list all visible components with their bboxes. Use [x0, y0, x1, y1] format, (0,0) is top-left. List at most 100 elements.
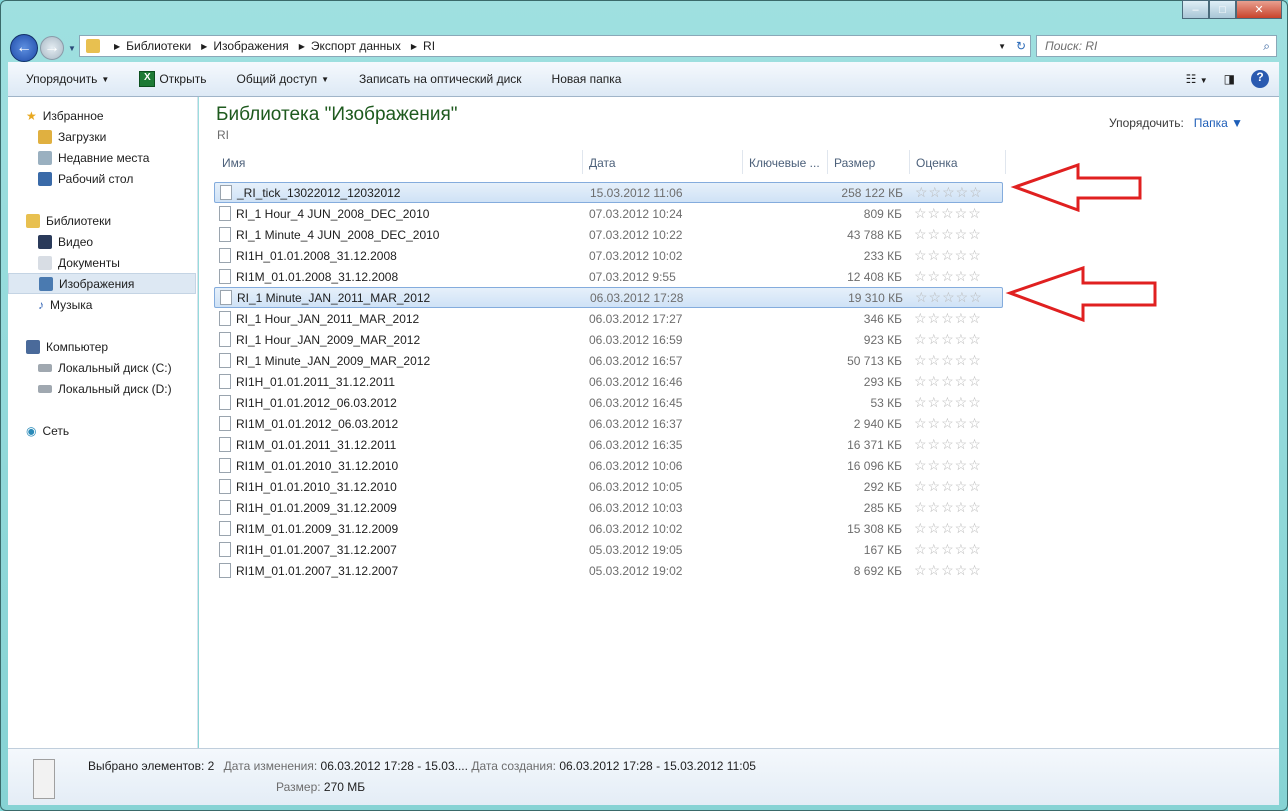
sidebar-desktop[interactable]: Рабочий стол	[8, 168, 196, 189]
share-button[interactable]: Общий доступ ▼	[236, 72, 329, 86]
view-options-icon[interactable]: ☷ ▼	[1186, 72, 1208, 86]
organize-button[interactable]: Упорядочить ▼	[26, 72, 109, 86]
file-row[interactable]: RI1M_01.01.2008_31.12.2008 07.03.2012 9:5…	[214, 266, 1003, 287]
file-row[interactable]: RI_1 Minute_4 JUN_2008_DEC_2010 07.03.201…	[214, 224, 1003, 245]
rating-stars[interactable]: ☆☆☆☆☆	[903, 289, 983, 306]
file-date: 05.03.2012 19:02	[589, 563, 683, 578]
file-row[interactable]: RI_1 Hour_4 JUN_2008_DEC_2010 07.03.2012 …	[214, 203, 1003, 224]
rating-stars[interactable]: ☆☆☆☆☆	[902, 373, 982, 390]
file-name: RI_1 Minute_JAN_2011_MAR_2012	[237, 290, 431, 305]
file-icon	[219, 479, 231, 494]
column-size[interactable]: Размер	[828, 150, 910, 174]
rating-stars[interactable]: ☆☆☆☆☆	[902, 205, 982, 222]
file-row[interactable]: RI_1 Minute_JAN_2009_MAR_2012 06.03.2012 …	[214, 350, 1003, 371]
file-row[interactable]: RI1H_01.01.2007_31.12.2007 05.03.2012 19:…	[214, 539, 1003, 560]
file-row[interactable]: RI1H_01.01.2008_31.12.2008 07.03.2012 10:…	[214, 245, 1003, 266]
selected-count: Выбрано элементов: 2	[88, 759, 215, 773]
navigation-pane: ★ Избранное Загрузки Недавние места Рабоч…	[8, 97, 198, 748]
command-bar: Упорядочить ▼ X Открыть Общий доступ ▼ Запи…	[8, 62, 1279, 97]
rating-stars[interactable]: ☆☆☆☆☆	[902, 226, 982, 243]
file-row[interactable]: RI1M_01.01.2009_31.12.2009 06.03.2012 10:…	[214, 518, 1003, 539]
library-subtitle: RI	[217, 128, 229, 142]
breadcrumb-libraries[interactable]: Библиотеки	[126, 39, 191, 53]
sidebar-disk-d[interactable]: Локальный диск (D:)	[8, 378, 196, 399]
rating-stars[interactable]: ☆☆☆☆☆	[902, 268, 982, 285]
sidebar-recent[interactable]: Недавние места	[8, 147, 196, 168]
file-row[interactable]: RI1M_01.01.2007_31.12.2007 05.03.2012 19:…	[214, 560, 1003, 581]
rating-stars[interactable]: ☆☆☆☆☆	[902, 394, 982, 411]
rating-stars[interactable]: ☆☆☆☆☆	[902, 457, 982, 474]
file-row[interactable]: RI1M_01.01.2010_31.12.2010 06.03.2012 10:…	[214, 455, 1003, 476]
file-size: 12 408 КБ	[847, 269, 902, 284]
column-keywords[interactable]: Ключевые ...	[743, 150, 828, 174]
column-rating[interactable]: Оценка	[910, 150, 1006, 174]
sidebar-computer[interactable]: Компьютер	[8, 336, 196, 357]
close-button[interactable]: ✕	[1236, 0, 1282, 19]
open-button[interactable]: X Открыть	[139, 71, 206, 87]
file-row[interactable]: RI1M_01.01.2012_06.03.2012 06.03.2012 16:…	[214, 413, 1003, 434]
breadcrumb-images[interactable]: Изображения	[213, 39, 288, 53]
breadcrumb-export[interactable]: Экспорт данных	[311, 39, 401, 53]
file-date: 06.03.2012 16:46	[589, 374, 683, 389]
sidebar-images[interactable]: Изображения	[8, 273, 196, 294]
address-bar[interactable]: ▶ Библиотеки ▶ Изображения ▶ Экспорт данных…	[79, 35, 1031, 57]
rating-stars[interactable]: ☆☆☆☆☆	[902, 331, 982, 348]
address-dropdown-icon[interactable]: ▼	[998, 42, 1006, 51]
sidebar-downloads[interactable]: Загрузки	[8, 126, 196, 147]
file-size: 53 КБ	[870, 395, 902, 410]
file-name: RI_1 Hour_JAN_2009_MAR_2012	[236, 332, 421, 347]
libraries-icon	[26, 213, 40, 228]
file-row[interactable]: RI_1 Hour_JAN_2011_MAR_2012 06.03.2012 17…	[214, 308, 1003, 329]
file-date: 06.03.2012 10:03	[589, 500, 683, 515]
file-row[interactable]: RI1M_01.01.2011_31.12.2011 06.03.2012 16:…	[214, 434, 1003, 455]
rating-stars[interactable]: ☆☆☆☆☆	[902, 562, 982, 579]
file-date: 07.03.2012 9:55	[589, 269, 676, 284]
file-row[interactable]: _RI_tick_13022012_12032012 15.03.2012 11:…	[214, 182, 1003, 203]
file-icon	[220, 290, 232, 305]
file-row[interactable]: RI1H_01.01.2010_31.12.2010 06.03.2012 10:…	[214, 476, 1003, 497]
rating-stars[interactable]: ☆☆☆☆☆	[902, 247, 982, 264]
file-row[interactable]: RI1H_01.01.2012_06.03.2012 06.03.2012 16:…	[214, 392, 1003, 413]
search-icon[interactable]: ⌕	[1263, 39, 1270, 54]
file-size: 15 308 КБ	[847, 521, 902, 536]
sidebar-network[interactable]: ◉ Сеть	[8, 420, 196, 441]
file-row[interactable]: RI_1 Hour_JAN_2009_MAR_2012 06.03.2012 16…	[214, 329, 1003, 350]
file-row[interactable]: RI_1 Minute_JAN_2011_MAR_2012 06.03.2012 …	[214, 287, 1003, 308]
burn-button[interactable]: Записать на оптический диск	[359, 72, 522, 86]
arrange-by-dropdown[interactable]: Папка ▼	[1194, 116, 1243, 130]
rating-stars[interactable]: ☆☆☆☆☆	[902, 436, 982, 453]
search-input[interactable]: Поиск: RI ⌕	[1036, 35, 1277, 57]
file-icon	[219, 374, 231, 389]
new-folder-button[interactable]: Новая папка	[552, 72, 622, 86]
maximize-button[interactable]: □	[1209, 0, 1236, 19]
rating-stars[interactable]: ☆☆☆☆☆	[902, 478, 982, 495]
preview-pane-icon[interactable]: ◨	[1224, 72, 1235, 86]
rating-stars[interactable]: ☆☆☆☆☆	[903, 184, 983, 201]
rating-stars[interactable]: ☆☆☆☆☆	[902, 541, 982, 558]
minimize-button[interactable]: –	[1182, 0, 1209, 19]
file-row[interactable]: RI1H_01.01.2011_31.12.2011 06.03.2012 16:…	[214, 371, 1003, 392]
back-button[interactable]: ←	[10, 34, 38, 62]
sidebar-music[interactable]: ♪ Музыка	[8, 294, 196, 315]
sidebar-favorites[interactable]: ★ Избранное	[8, 105, 196, 126]
modified-range: 06.03.2012 17:28 - 15.03....	[320, 759, 468, 773]
sidebar-libraries[interactable]: Библиотеки	[8, 210, 196, 231]
star-icon: ★	[26, 108, 37, 123]
rating-stars[interactable]: ☆☆☆☆☆	[902, 352, 982, 369]
sidebar-video[interactable]: Видео	[8, 231, 196, 252]
refresh-icon[interactable]: ↻	[1016, 39, 1026, 53]
file-row[interactable]: RI1H_01.01.2009_31.12.2009 06.03.2012 10:…	[214, 497, 1003, 518]
help-icon[interactable]: ?	[1251, 70, 1269, 88]
file-icon	[219, 269, 231, 284]
sidebar-disk-c[interactable]: Локальный диск (C:)	[8, 357, 196, 378]
rating-stars[interactable]: ☆☆☆☆☆	[902, 499, 982, 516]
forward-button[interactable]: →	[40, 36, 64, 60]
column-date[interactable]: Дата	[583, 150, 743, 174]
rating-stars[interactable]: ☆☆☆☆☆	[902, 520, 982, 537]
recent-pages-dropdown[interactable]: ▼	[68, 44, 76, 53]
column-name[interactable]: Имя	[216, 150, 583, 174]
rating-stars[interactable]: ☆☆☆☆☆	[902, 415, 982, 432]
breadcrumb-ri[interactable]: RI	[423, 39, 435, 53]
sidebar-documents[interactable]: Документы	[8, 252, 196, 273]
rating-stars[interactable]: ☆☆☆☆☆	[902, 310, 982, 327]
